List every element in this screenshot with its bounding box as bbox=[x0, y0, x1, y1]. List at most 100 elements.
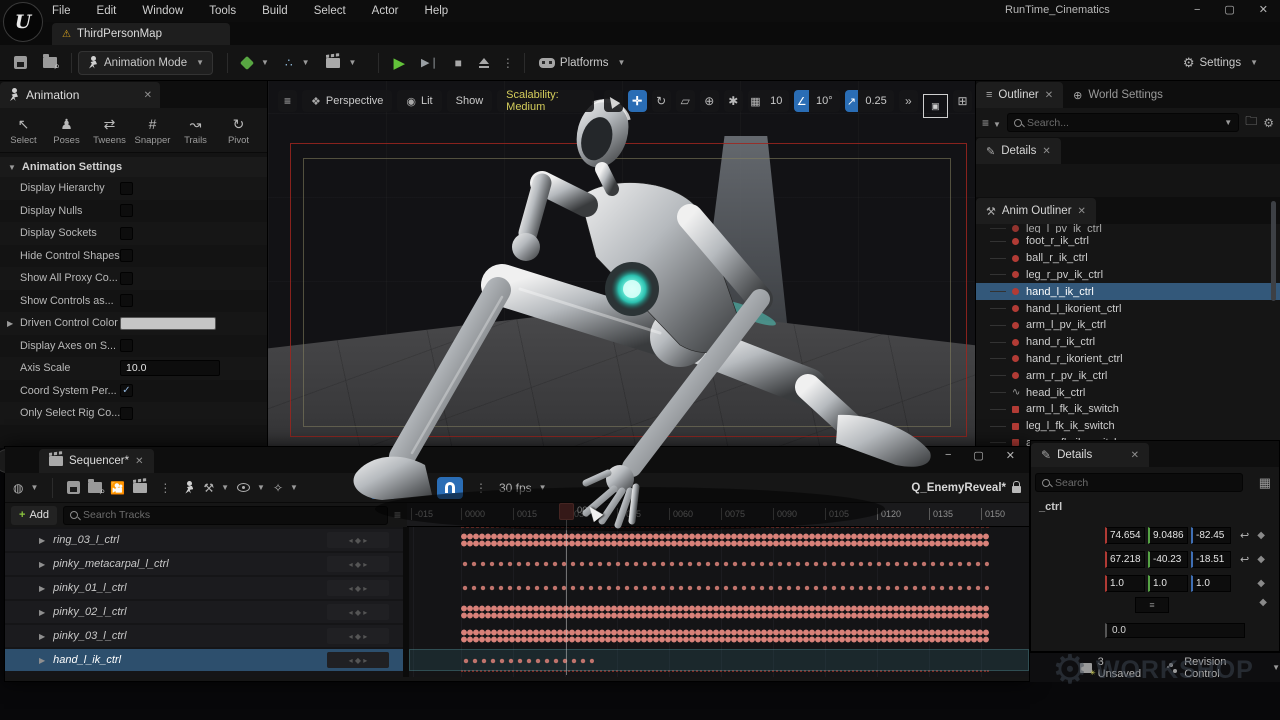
setting-checkbox[interactable] bbox=[120, 384, 133, 397]
grid-snap-value[interactable]: 10 bbox=[763, 90, 789, 112]
minimize-button[interactable]: − bbox=[1194, 0, 1200, 20]
keyframe-diamond-icon[interactable]: ◆ bbox=[1257, 530, 1265, 541]
add-track-button[interactable]: + Add bbox=[11, 506, 57, 525]
expand-icon[interactable]: ▶ bbox=[39, 632, 45, 641]
setting-checkbox[interactable] bbox=[120, 407, 133, 420]
close-button[interactable]: ✕ bbox=[1006, 449, 1015, 462]
keyframe-row[interactable] bbox=[409, 649, 1029, 671]
tab-details[interactable]: ✎ Details ✕ bbox=[1031, 443, 1149, 467]
track-row[interactable]: ▶ring_03_l_ctrl◂ ◆ ▸ bbox=[5, 529, 403, 551]
keyframe-diamond-icon[interactable]: ◆ bbox=[1257, 554, 1265, 565]
expand-icon[interactable]: ▶ bbox=[39, 608, 45, 617]
track-row[interactable]: ▶pinky_metacarpal_l_ctrl◂ ◆ ▸ bbox=[5, 553, 403, 575]
editor-mode-select[interactable]: Animation Mode▼ bbox=[78, 51, 213, 75]
timeline-ruler[interactable]: -015000000150030004500600075009001050120… bbox=[407, 503, 1029, 527]
z-value-field[interactable]: -82.45 bbox=[1191, 527, 1231, 544]
y-value-field[interactable]: 1.0 bbox=[1148, 575, 1188, 592]
reset-icon[interactable]: ↩ bbox=[1240, 529, 1249, 542]
snap-toggle-button[interactable] bbox=[437, 477, 463, 499]
anim-outliner-item[interactable]: hand_l_ikorient_ctrl bbox=[976, 300, 1280, 317]
tab-anim-outliner[interactable]: ⚒ Anim Outliner ✕ bbox=[976, 198, 1096, 224]
menu-item[interactable]: Help bbox=[425, 5, 449, 17]
menu-item[interactable]: Build bbox=[262, 5, 288, 17]
track-row[interactable]: ▶pinky_01_l_ctrl◂ ◆ ▸ bbox=[5, 577, 403, 599]
tab-outliner[interactable]: ≡ Outliner ✕ bbox=[976, 82, 1063, 108]
setting-input[interactable] bbox=[120, 360, 220, 376]
close-button[interactable]: ✕ bbox=[1259, 0, 1268, 20]
view-mode-select[interactable]: ◉Lit bbox=[397, 90, 441, 112]
angle-snap-icon[interactable]: ∠ bbox=[794, 90, 809, 112]
anim-outliner-item[interactable]: leg_l_fk_ik_switch bbox=[976, 418, 1280, 435]
show-menu-button[interactable]: Show bbox=[447, 90, 493, 112]
key-navigation[interactable]: ◂ ◆ ▸ bbox=[327, 532, 389, 548]
keyframe-diamond-icon[interactable]: ◆ bbox=[1259, 597, 1267, 608]
cinematics-button[interactable]: ▼ bbox=[318, 54, 365, 72]
extra-value-field[interactable]: 0.0 bbox=[1105, 623, 1245, 638]
expand-icon[interactable]: ▶ bbox=[39, 560, 45, 569]
edit-mode-button[interactable]: ✎▼ bbox=[404, 481, 429, 495]
close-icon[interactable]: ✕ bbox=[1078, 206, 1086, 217]
animation-tool-button[interactable]: # Snapper bbox=[131, 116, 174, 146]
anim-outliner-item[interactable]: ∿head_ik_ctrl bbox=[976, 384, 1280, 401]
anim-outliner-item[interactable]: hand_r_ik_ctrl bbox=[976, 334, 1280, 351]
setting-checkbox[interactable] bbox=[120, 204, 133, 217]
key-navigation[interactable]: ◂ ◆ ▸ bbox=[327, 556, 389, 572]
scalability-warning-button[interactable]: Scalability: Medium bbox=[497, 90, 593, 112]
z-value-field[interactable]: -18.51 bbox=[1191, 551, 1231, 568]
lock-icon[interactable] bbox=[1012, 486, 1021, 493]
animation-settings-header[interactable]: ▼ Animation Settings bbox=[0, 157, 267, 177]
settings-button[interactable]: ⚙ Settings▼ bbox=[1175, 51, 1266, 75]
scale-tool-button[interactable]: ▱ bbox=[676, 90, 695, 112]
auto-key-button[interactable] bbox=[370, 477, 396, 499]
animation-tool-button[interactable]: ↻ Pivot bbox=[217, 116, 260, 146]
animation-tool-button[interactable]: ⇄ Tweens bbox=[88, 116, 131, 146]
playhead-handle[interactable] bbox=[559, 503, 574, 520]
eject-button[interactable] bbox=[470, 53, 498, 73]
tab-details[interactable]: ✎ Details ✕ bbox=[976, 138, 1061, 164]
animation-tool-button[interactable]: ↖ Select bbox=[2, 116, 45, 146]
platforms-button[interactable]: Platforms▼ bbox=[531, 53, 634, 73]
anim-outliner-item[interactable]: hand_r_ikorient_ctrl bbox=[976, 351, 1280, 368]
close-icon[interactable]: ✕ bbox=[1042, 146, 1050, 157]
stop-button[interactable]: ■ bbox=[447, 52, 470, 74]
move-tool-button[interactable]: ✛ bbox=[628, 90, 647, 112]
blueprints-button[interactable]: ∴▼ bbox=[277, 52, 318, 74]
setting-checkbox[interactable] bbox=[120, 294, 133, 307]
play-button[interactable]: ▶ bbox=[385, 50, 413, 76]
sequence-name[interactable]: Q_EnemyReveal* bbox=[911, 482, 1021, 494]
scale-snap-value[interactable]: 0.25 bbox=[858, 90, 893, 112]
perspective-select[interactable]: ❖Perspective bbox=[302, 90, 392, 112]
playhead-line[interactable] bbox=[566, 503, 567, 675]
viewport-options-button[interactable]: ≡ bbox=[278, 90, 297, 112]
anim-outliner-item[interactable]: hand_l_ik_ctrl bbox=[976, 283, 1280, 300]
unreal-logo-icon[interactable]: U bbox=[3, 2, 43, 42]
anim-outliner-item[interactable]: ball_r_ik_ctrl bbox=[976, 250, 1280, 267]
menu-item[interactable]: Tools bbox=[209, 5, 236, 17]
add-track-actor-button[interactable] bbox=[183, 481, 195, 495]
anim-outliner-item[interactable]: foot_r_ik_ctrl bbox=[976, 233, 1280, 250]
sequencer-settings-button[interactable]: ⚒▼ bbox=[203, 481, 229, 495]
keyframe-row[interactable] bbox=[409, 577, 1029, 599]
keyframe-row[interactable] bbox=[409, 553, 1029, 575]
more-options-icon[interactable]: ⋮ bbox=[155, 481, 175, 495]
grid-snap-icon[interactable]: ▦ bbox=[748, 90, 763, 112]
filter-icon[interactable]: ≡▼ bbox=[982, 116, 1001, 130]
animation-tool-button[interactable]: ↝ Trails bbox=[174, 116, 217, 146]
create-key-button[interactable] bbox=[67, 481, 80, 494]
anim-outliner-item[interactable]: arm_r_pv_ik_ctrl bbox=[976, 367, 1280, 384]
outliner-search-box[interactable]: ▼ bbox=[1007, 113, 1239, 132]
snap-options-icon[interactable]: ⋮ bbox=[471, 481, 491, 495]
expand-icon[interactable]: ▶ bbox=[7, 319, 13, 328]
outliner-search-input[interactable] bbox=[1027, 117, 1215, 129]
close-icon[interactable]: ✕ bbox=[135, 456, 143, 467]
play-options-icon[interactable]: ⋮ bbox=[498, 56, 518, 70]
setting-checkbox[interactable] bbox=[120, 227, 133, 240]
select-tool-button[interactable] bbox=[604, 90, 623, 112]
keying-options-button[interactable]: ✧▼ bbox=[273, 481, 298, 495]
revision-control-button[interactable]: Revision Control ▼ bbox=[1167, 656, 1280, 680]
new-folder-icon[interactable]: 🗀 bbox=[1245, 112, 1257, 133]
maximize-viewport-button[interactable]: ⊞ bbox=[953, 90, 972, 112]
key-navigation[interactable]: ◂ ◆ ▸ bbox=[327, 604, 389, 620]
display-filter-icon[interactable]: ▦ bbox=[1259, 475, 1271, 491]
minimize-button[interactable]: − bbox=[945, 449, 951, 462]
